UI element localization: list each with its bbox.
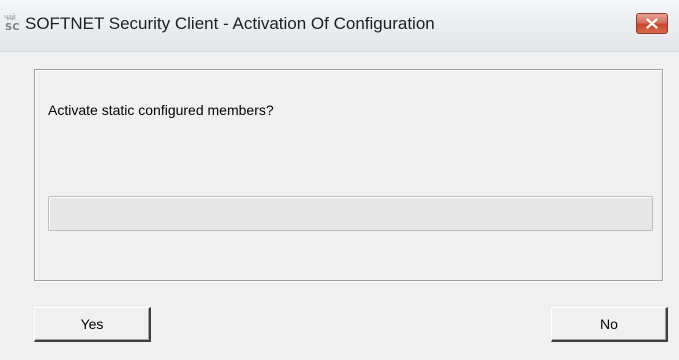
activation-progress-bar <box>48 196 653 231</box>
softnet-security-client-icon: ЧАЙ SC <box>4 14 20 33</box>
close-button[interactable] <box>636 13 668 34</box>
yes-button[interactable]: Yes <box>34 307 151 342</box>
title-bar[interactable]: ЧАЙ SC SOFTNET Security Client - Activat… <box>0 0 679 52</box>
dialog-window: ЧАЙ SC SOFTNET Security Client - Activat… <box>0 0 679 360</box>
window-title: SOFTNET Security Client - Activation Of … <box>25 14 435 33</box>
close-icon <box>646 18 658 29</box>
question-text: Activate static configured members? <box>48 102 274 118</box>
no-button[interactable]: No <box>551 307 668 342</box>
